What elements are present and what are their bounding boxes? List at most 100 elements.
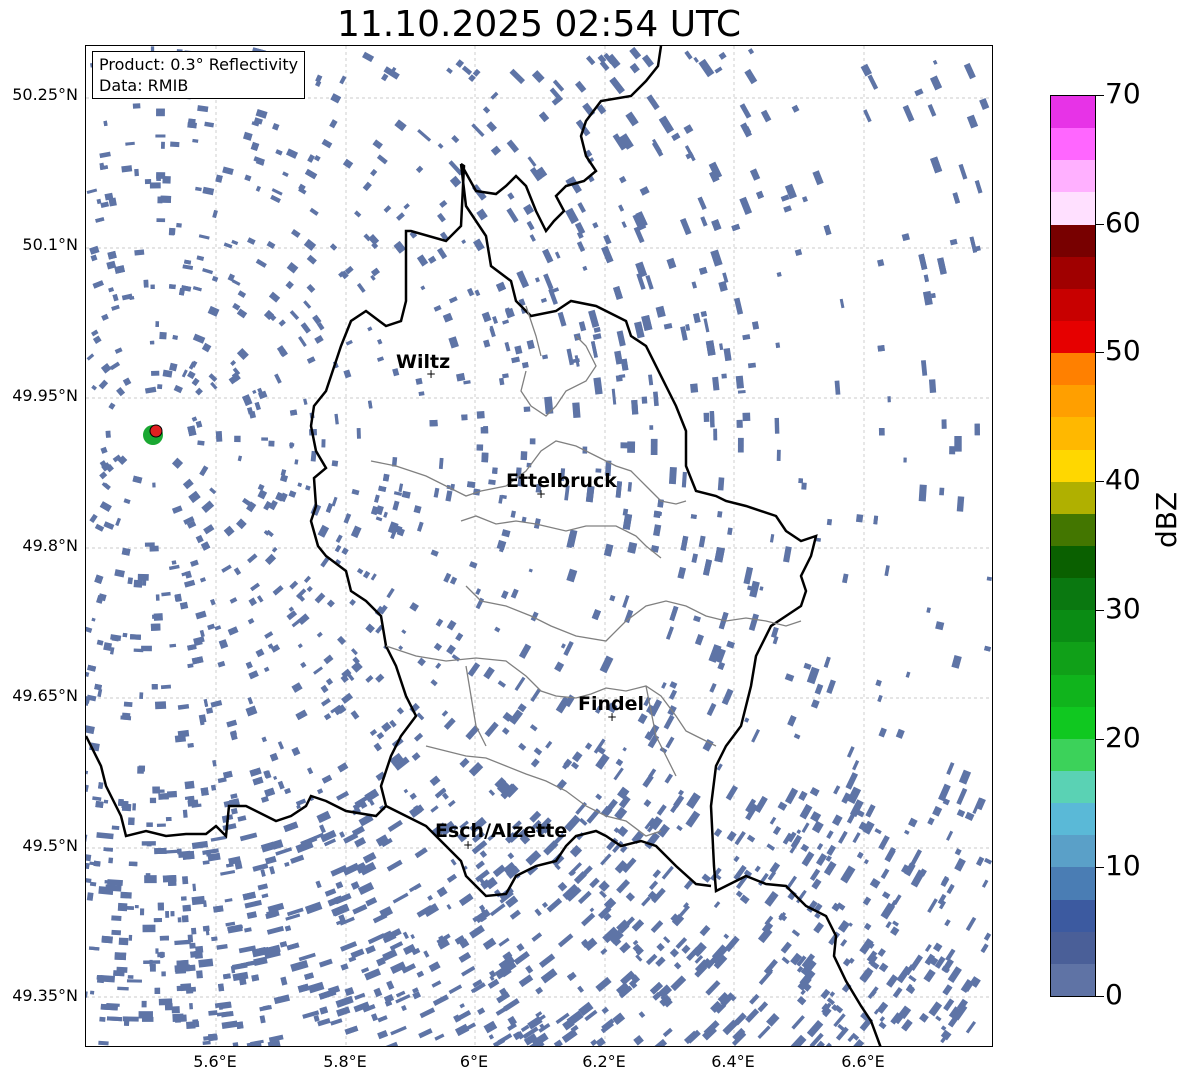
radar-echo xyxy=(511,356,520,364)
radar-echo xyxy=(458,893,474,906)
radar-echo xyxy=(966,114,979,129)
radar-echo xyxy=(329,243,338,251)
radar-echo xyxy=(783,546,792,563)
radar-echo xyxy=(542,248,554,264)
radar-echo xyxy=(954,857,966,872)
radar-echo xyxy=(170,141,180,148)
radar-echo xyxy=(506,207,519,223)
radar-echo xyxy=(197,105,209,113)
radar-echo xyxy=(134,249,145,256)
radar-echo xyxy=(390,1025,407,1036)
radar-echo xyxy=(182,809,188,818)
radar-echo xyxy=(662,1027,673,1038)
radar-echo xyxy=(352,904,368,915)
radar-echo xyxy=(863,859,869,865)
radar-echo xyxy=(268,291,281,303)
radar-echo xyxy=(350,948,365,959)
radar-echo xyxy=(210,381,218,390)
product-label: Product: 0.3° Reflectivity xyxy=(99,55,299,74)
radar-echo xyxy=(566,348,574,366)
radar-echo xyxy=(120,891,132,899)
radar-map[interactable]: + + + + xyxy=(85,45,993,1047)
radar-echo xyxy=(742,334,751,341)
radar-echo xyxy=(986,576,992,582)
radar-echo xyxy=(314,334,324,344)
colorbar-segment xyxy=(1051,449,1095,482)
radar-echo xyxy=(114,347,123,354)
radar-echo xyxy=(282,171,289,177)
radar-echo xyxy=(525,850,542,866)
radar-echo xyxy=(396,212,405,221)
radar-echo xyxy=(247,696,254,705)
radar-echo xyxy=(111,929,122,936)
radar-echo xyxy=(609,594,616,602)
radar-echo xyxy=(749,993,760,1005)
colorbar-segment xyxy=(1051,385,1095,418)
radar-echo xyxy=(239,978,247,986)
radar-echo xyxy=(543,273,554,290)
radar-echo xyxy=(801,482,807,490)
radar-echo xyxy=(313,1015,320,1022)
radar-echo xyxy=(315,880,322,889)
radar-echo xyxy=(783,205,792,213)
radar-echo xyxy=(286,610,298,621)
radar-echo xyxy=(435,662,442,670)
colorbar-tick-mark xyxy=(1096,610,1104,611)
radar-echo xyxy=(603,234,612,245)
radar-echo xyxy=(609,76,625,95)
radar-echo xyxy=(419,1007,436,1019)
radar-echo xyxy=(669,605,679,622)
radar-echo xyxy=(801,196,808,203)
radar-echo xyxy=(723,347,732,362)
radar-echo xyxy=(864,922,872,931)
radar-echo xyxy=(229,597,238,604)
radar-echo xyxy=(382,1041,399,1046)
data-source-label: Data: RMIB xyxy=(99,76,189,95)
map-title: 11.10.2025 02:54 UTC xyxy=(336,4,742,45)
radar-echo xyxy=(340,941,358,952)
radar-echo xyxy=(595,976,612,993)
radar-echo xyxy=(700,216,708,227)
radar-echo xyxy=(584,742,593,750)
radar-echo xyxy=(565,207,579,225)
radar-echo xyxy=(669,948,680,958)
radar-echo xyxy=(963,62,976,80)
radar-echo xyxy=(681,944,691,954)
radar-echo xyxy=(266,529,274,537)
radar-echo xyxy=(507,192,515,200)
radar-echo xyxy=(150,284,155,290)
radar-echo xyxy=(160,684,172,690)
radar-echo xyxy=(834,380,841,395)
radar-echo xyxy=(174,734,187,743)
radar-echo xyxy=(734,297,744,315)
radar-echo xyxy=(927,817,935,826)
radar-echo xyxy=(199,720,205,726)
radar-echo xyxy=(661,865,674,880)
radar-echo xyxy=(681,471,687,488)
radar-echo xyxy=(951,655,962,669)
radar-echo xyxy=(356,282,366,293)
radar-echo xyxy=(692,312,701,324)
radar-echo xyxy=(264,631,274,639)
colorbar-segment xyxy=(1051,867,1095,900)
radar-echo xyxy=(905,671,911,678)
radar-echo xyxy=(749,168,761,181)
radar-echo xyxy=(509,909,521,920)
radar-echo xyxy=(595,793,603,801)
radar-echo xyxy=(958,769,972,785)
radar-echo xyxy=(642,774,654,788)
radar-site-marker[interactable] xyxy=(149,424,163,438)
radar-echo xyxy=(838,830,848,844)
radar-echo xyxy=(534,277,540,283)
radar-echo xyxy=(280,469,287,476)
radar-echo xyxy=(103,521,115,530)
radar-echo xyxy=(96,595,104,604)
radar-echo xyxy=(186,1021,196,1030)
radar-echo xyxy=(215,174,223,183)
radar-echo xyxy=(908,975,917,983)
radar-echo xyxy=(196,970,203,979)
radar-echo xyxy=(520,1024,530,1033)
radar-echo xyxy=(174,939,191,946)
radar-echo xyxy=(335,534,343,543)
radar-echo xyxy=(190,559,199,567)
